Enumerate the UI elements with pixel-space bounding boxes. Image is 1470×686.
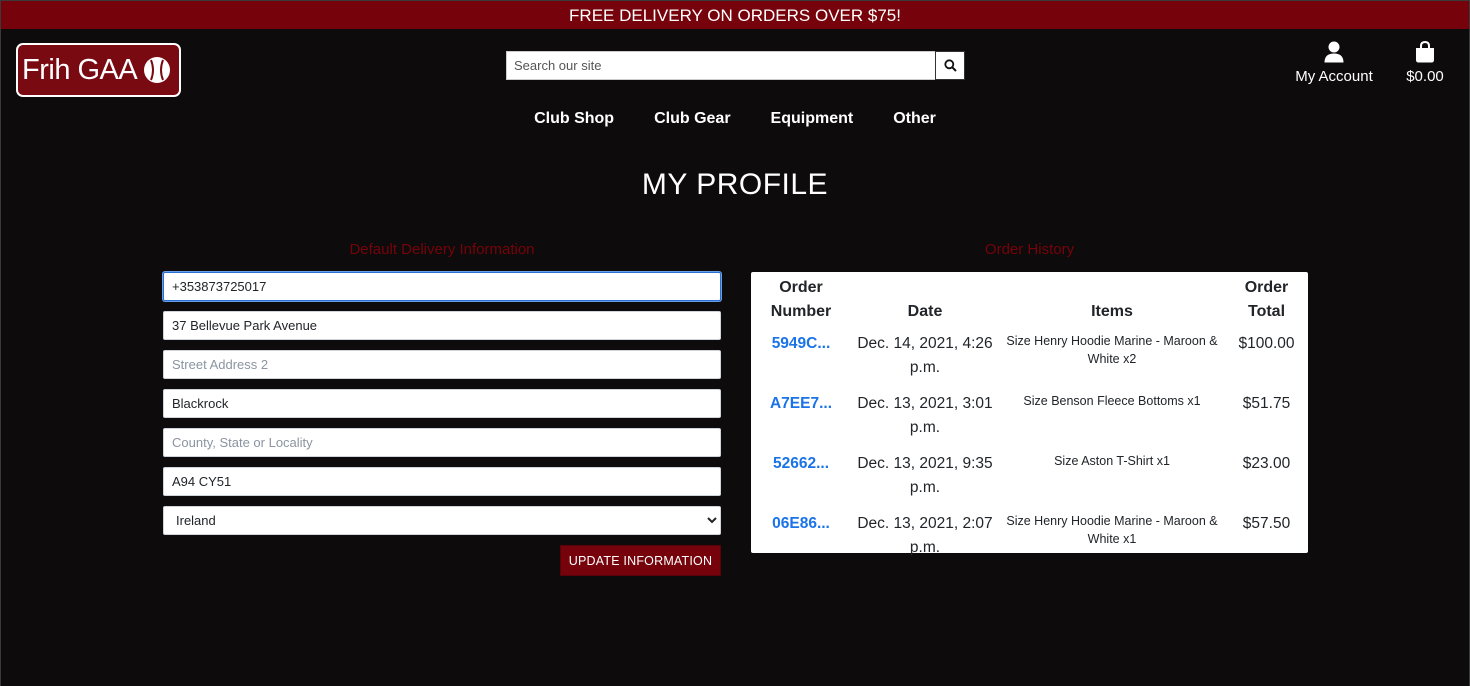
my-account-label: My Account — [1295, 68, 1373, 85]
table-row: 52662... Dec. 13, 2021, 9:35 p.m. Size A… — [751, 446, 1308, 506]
order-items: Size Henry Hoodie Marine - Maroon & Whit… — [1006, 334, 1218, 366]
postcode-field[interactable] — [163, 467, 721, 496]
county-field[interactable] — [163, 428, 721, 457]
search-icon — [943, 59, 957, 72]
page-title: MY PROFILE — [641, 168, 829, 201]
sliotar-ball-icon — [144, 57, 171, 83]
table-row: 5949C... Dec. 14, 2021, 4:26 p.m. Size H… — [751, 326, 1308, 386]
cart-total: $0.00 — [1406, 68, 1444, 85]
free-delivery-banner: FREE DELIVERY ON ORDERS OVER $75! — [1, 0, 1469, 29]
site-logo[interactable]: Frih GAA — [16, 43, 181, 97]
order-date: Dec. 14, 2021, 4:26 p.m. — [857, 335, 993, 376]
phone-number-field[interactable] — [163, 272, 721, 301]
order-number-link[interactable]: A7EE7... — [770, 395, 832, 412]
order-number-link[interactable]: 06E86... — [772, 515, 830, 532]
order-date: Dec. 13, 2021, 2:07 p.m. — [857, 515, 993, 556]
column-header-order-number: Order Number — [770, 279, 832, 320]
my-account-link[interactable]: My Account — [1287, 41, 1381, 85]
order-total: $100.00 — [1238, 335, 1295, 352]
order-items: Size Henry Hoodie Marine - Maroon & Whit… — [1006, 514, 1218, 546]
column-header-items: Items — [1091, 303, 1133, 320]
table-header-row: Order Number Date Items Order Total — [751, 272, 1308, 326]
order-total: $51.75 — [1242, 395, 1291, 412]
logo-text: Frih GAA — [22, 53, 138, 86]
main-nav: Club Shop Club Gear Equipment Other — [1, 108, 1469, 130]
nav-item-club-gear[interactable]: Club Gear — [634, 108, 750, 130]
street-address-2-field[interactable] — [163, 350, 721, 379]
order-date: Dec. 13, 2021, 3:01 p.m. — [857, 395, 993, 436]
table-row: 06E86... Dec. 13, 2021, 2:07 p.m. Size H… — [751, 506, 1308, 566]
cart-link[interactable]: $0.00 — [1399, 41, 1451, 85]
order-number-link[interactable]: 52662... — [773, 455, 829, 472]
order-items: Size Aston T-Shirt x1 — [1054, 454, 1170, 468]
order-items: Size Benson Fleece Bottoms x1 — [1023, 394, 1201, 408]
country-select[interactable]: Ireland — [163, 506, 721, 535]
update-information-button[interactable]: UPDATE INFORMATION — [560, 545, 721, 576]
column-header-date: Date — [907, 303, 943, 320]
search-button[interactable] — [935, 51, 965, 80]
table-row: A7EE7... Dec. 13, 2021, 3:01 p.m. Size B… — [751, 386, 1308, 446]
order-history-heading: Order History — [984, 241, 1075, 258]
order-number-link[interactable]: 5949C... — [772, 335, 831, 352]
column-header-order-total: Order Total — [1244, 279, 1289, 320]
delivery-info-heading: Default Delivery Information — [349, 241, 535, 258]
user-icon — [1324, 41, 1344, 63]
town-city-field[interactable] — [163, 389, 721, 418]
nav-item-other[interactable]: Other — [873, 108, 956, 130]
order-date: Dec. 13, 2021, 9:35 p.m. — [857, 455, 993, 496]
order-total: $57.50 — [1242, 515, 1291, 532]
shopping-bag-icon — [1416, 41, 1434, 63]
search-bar — [506, 51, 965, 80]
delivery-form: Ireland UPDATE INFORMATION — [163, 272, 721, 576]
order-total: $23.00 — [1242, 455, 1291, 472]
nav-item-equipment[interactable]: Equipment — [751, 108, 874, 130]
search-input[interactable] — [506, 51, 935, 80]
nav-item-club-shop[interactable]: Club Shop — [514, 108, 634, 130]
street-address-1-field[interactable] — [163, 311, 721, 340]
order-history-table: Order Number Date Items Order Total 5949… — [751, 272, 1308, 556]
